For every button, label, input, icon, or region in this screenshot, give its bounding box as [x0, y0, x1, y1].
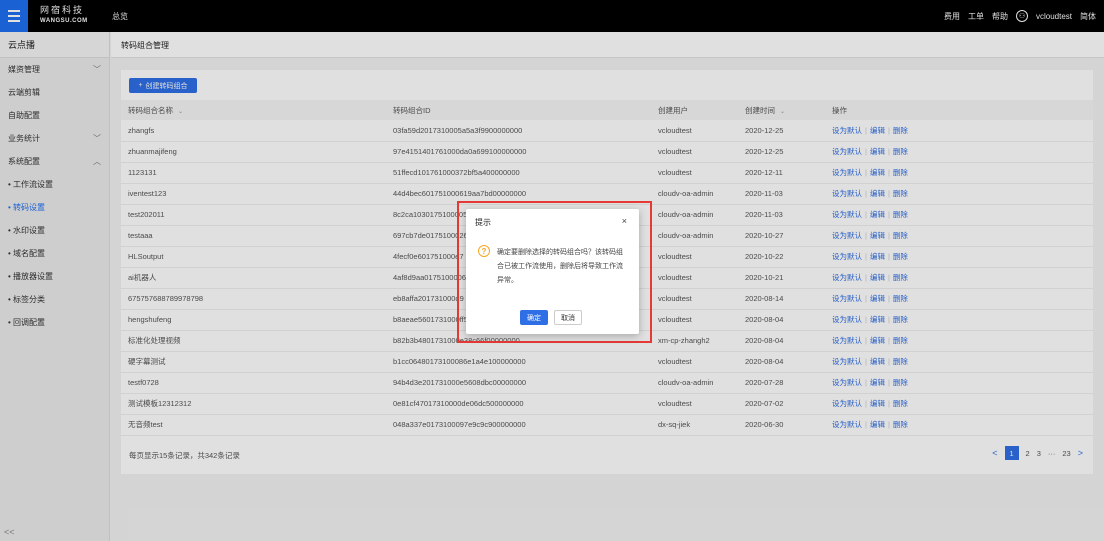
question-icon: ? — [478, 245, 490, 257]
confirm-button[interactable]: 确定 — [520, 310, 548, 325]
dialog-title: 提示 — [475, 218, 491, 227]
close-icon[interactable]: × — [622, 216, 627, 226]
confirm-dialog: 提示 × ? 确定要删除选择的转码组合吗？该转码组合已被工作流使用，删除后将导致… — [466, 209, 639, 334]
cancel-button[interactable]: 取消 — [554, 310, 582, 325]
dialog-message: 确定要删除选择的转码组合吗？该转码组合已被工作流使用，删除后将导致工作流异常。 — [497, 249, 623, 284]
